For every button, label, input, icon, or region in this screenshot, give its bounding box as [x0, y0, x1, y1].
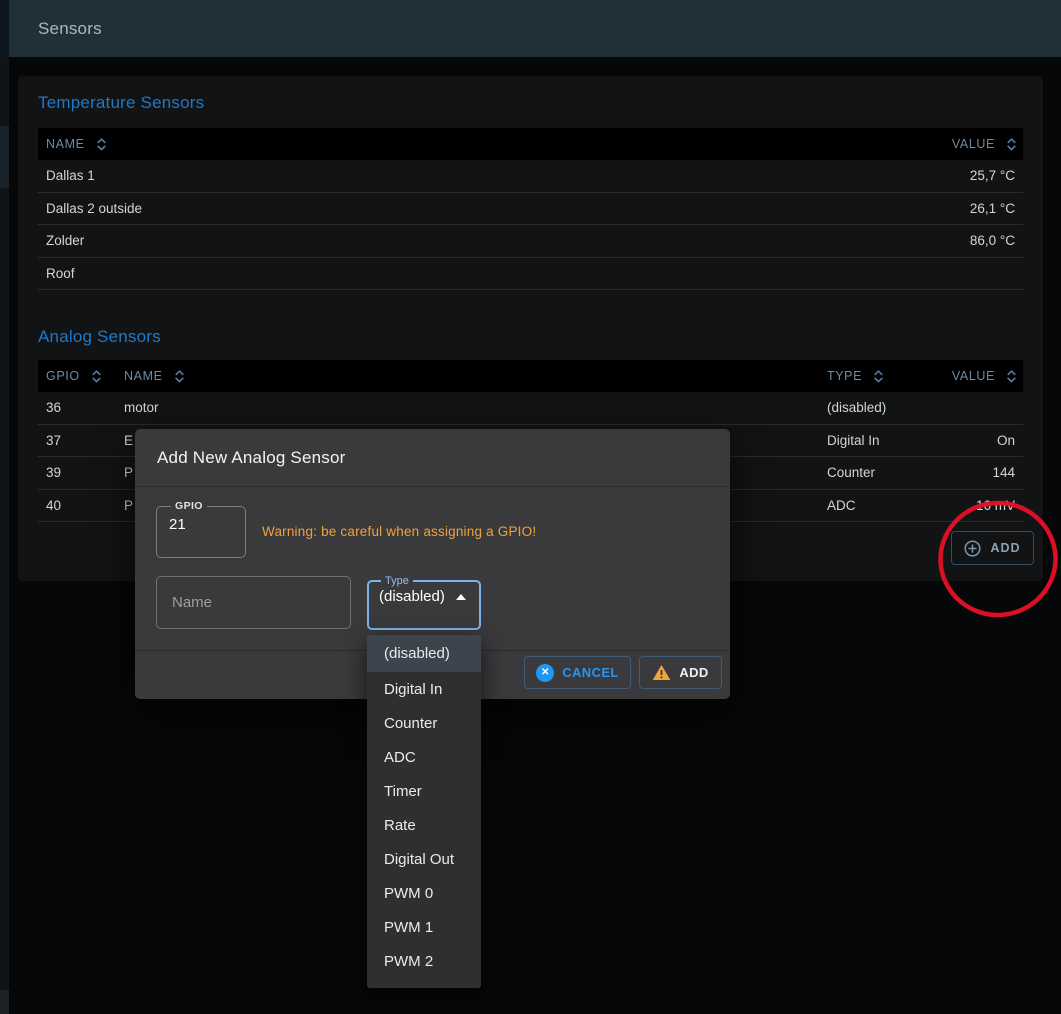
cell-name: Dallas 1	[38, 168, 823, 183]
dropdown-option[interactable]: Digital In	[367, 672, 481, 706]
column-header-gpio[interactable]: GPIO	[38, 369, 116, 384]
dropdown-option[interactable]: (disabled)	[367, 635, 481, 672]
caret-up-icon	[456, 594, 466, 600]
dropdown-option[interactable]: PWM 2	[367, 944, 481, 978]
cell-value: 26,1 °C	[823, 201, 1023, 216]
cell-name: motor	[116, 400, 819, 415]
table-row[interactable]: Dallas 2 outside26,1 °C	[38, 193, 1023, 226]
temperature-table-header: NAME VALUE	[38, 128, 1023, 160]
dropdown-option[interactable]: Timer	[367, 774, 481, 808]
column-header-name[interactable]: NAME	[116, 369, 819, 384]
column-header-type[interactable]: TYPE	[819, 369, 949, 384]
table-row[interactable]: Roof	[38, 258, 1023, 291]
cancel-button[interactable]: ✕ CANCEL	[524, 656, 631, 689]
dropdown-option[interactable]: Counter	[367, 706, 481, 740]
sort-icon	[96, 137, 107, 152]
cell-name: Roof	[38, 266, 823, 281]
cell-type: Counter	[819, 465, 949, 480]
temperature-table: NAME VALUE Dallas 125,7 °CDallas 2 outsi…	[38, 128, 1023, 290]
section-title-temperature: Temperature Sensors	[38, 93, 204, 113]
column-header-value[interactable]: VALUE	[949, 369, 1023, 384]
cell-value: 86,0 °C	[823, 233, 1023, 248]
gpio-warning: Warning: be careful when assigning a GPI…	[262, 524, 536, 539]
cell-gpio: 39	[38, 465, 116, 480]
type-dropdown-menu: (disabled)Digital InCounterADCTimerRateD…	[367, 635, 481, 988]
gpio-field: GPIO	[156, 500, 246, 558]
type-select[interactable]: Type (disabled)	[367, 575, 481, 630]
table-row[interactable]: Zolder86,0 °C	[38, 225, 1023, 258]
appbar: Sensors	[9, 0, 1061, 57]
dropdown-option[interactable]: Digital Out	[367, 842, 481, 876]
sidebar-item-highlight	[0, 126, 9, 188]
cell-value: On	[949, 433, 1023, 448]
dialog-title: Add New Analog Sensor	[157, 429, 346, 486]
cell-value: 16 mV	[949, 498, 1023, 513]
page-title: Sensors	[38, 19, 102, 39]
collapsed-sidebar[interactable]	[0, 0, 9, 1014]
cell-type: Digital In	[819, 433, 949, 448]
warning-triangle-icon	[652, 664, 671, 681]
section-title-analog: Analog Sensors	[38, 327, 161, 347]
column-header-value[interactable]: VALUE	[823, 137, 1023, 152]
sort-icon	[91, 369, 102, 384]
dialog-header-divider	[135, 486, 730, 487]
dialog-add-label: ADD	[679, 665, 708, 680]
type-select-label: Type	[381, 575, 413, 587]
column-header-name[interactable]: NAME	[38, 137, 823, 152]
sort-icon	[1006, 369, 1017, 384]
cell-value: 25,7 °C	[823, 168, 1023, 183]
dropdown-option[interactable]: Rate	[367, 808, 481, 842]
dropdown-option[interactable]: PWM 1	[367, 910, 481, 944]
close-circle-icon: ✕	[536, 664, 554, 682]
cell-gpio: 37	[38, 433, 116, 448]
cell-gpio: 36	[38, 400, 116, 415]
cell-name: Zolder	[38, 233, 823, 248]
analog-table-header: GPIO NAME TYPE VALUE	[38, 360, 1023, 392]
type-select-value: (disabled)	[379, 588, 445, 605]
add-sensor-button[interactable]: ADD	[951, 531, 1034, 565]
add-sensor-label: ADD	[990, 541, 1020, 555]
cell-name: Dallas 2 outside	[38, 201, 823, 216]
sidebar-bottom-segment	[0, 990, 9, 1014]
cell-type: ADC	[819, 498, 949, 513]
cell-type: (disabled)	[819, 400, 949, 415]
sort-icon	[1006, 137, 1017, 152]
table-row[interactable]: 36motor(disabled)	[38, 392, 1023, 425]
table-row[interactable]: Dallas 125,7 °C	[38, 160, 1023, 193]
sort-icon	[174, 369, 185, 384]
cell-gpio: 40	[38, 498, 116, 513]
dialog-add-button[interactable]: ADD	[639, 656, 722, 689]
plus-circle-icon	[964, 540, 981, 557]
cancel-label: CANCEL	[562, 665, 619, 680]
cell-value: 144	[949, 465, 1023, 480]
name-input[interactable]	[156, 576, 351, 629]
gpio-field-label: GPIO	[171, 500, 207, 512]
sidebar-top-segment	[0, 0, 9, 57]
sort-icon	[873, 369, 884, 384]
dropdown-option[interactable]: ADC	[367, 740, 481, 774]
temperature-table-body: Dallas 125,7 °CDallas 2 outside26,1 °CZo…	[38, 160, 1023, 290]
gpio-input[interactable]	[167, 512, 239, 541]
dropdown-option[interactable]: PWM 0	[367, 876, 481, 910]
